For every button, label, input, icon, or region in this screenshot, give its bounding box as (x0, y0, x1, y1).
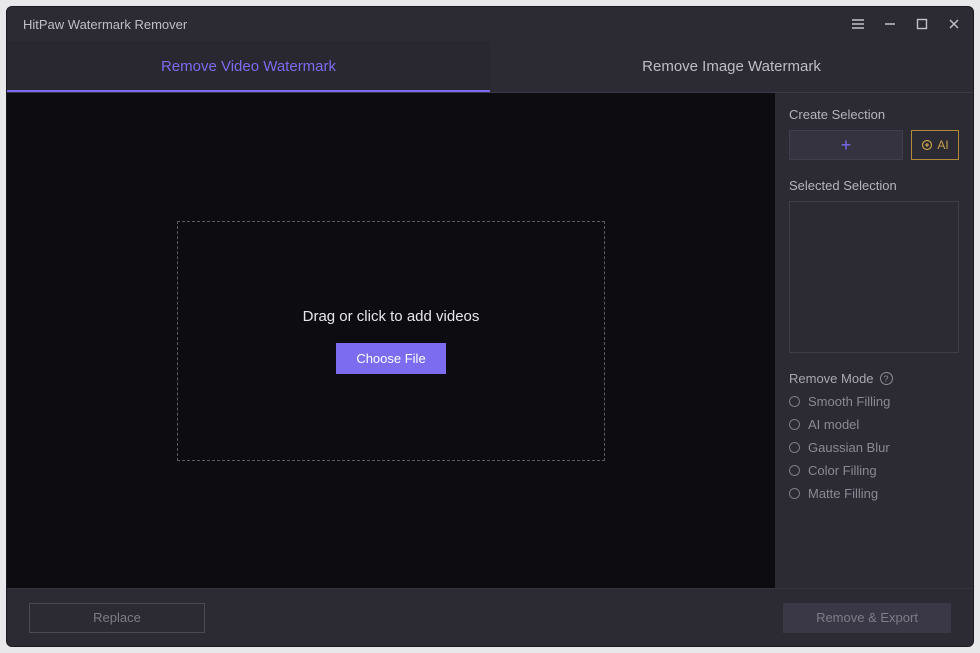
plus-icon: + (841, 135, 852, 156)
mode-label: Gaussian Blur (808, 440, 890, 455)
titlebar: HitPaw Watermark Remover (7, 7, 973, 41)
replace-button[interactable]: Replace (29, 603, 205, 633)
window-controls (849, 15, 963, 33)
create-selection-label: Create Selection (789, 107, 959, 122)
add-selection-button[interactable]: + (789, 130, 903, 160)
canvas-area: Drag or click to add videos Choose File (7, 93, 775, 588)
mode-smooth-filling[interactable]: Smooth Filling (789, 394, 959, 409)
mode-color-filling[interactable]: Color Filling (789, 463, 959, 478)
ai-button[interactable]: AI (911, 130, 959, 160)
mode-tabs: Remove Video Watermark Remove Image Wate… (7, 41, 973, 93)
app-title: HitPaw Watermark Remover (17, 17, 849, 32)
side-panel: Create Selection + AI Selected Selection (775, 93, 973, 588)
dropzone-text: Drag or click to add videos (303, 308, 480, 325)
mode-label: Matte Filling (808, 486, 878, 501)
radio-icon (789, 465, 800, 476)
create-selection-row: + AI (789, 130, 959, 160)
tab-label: Remove Image Watermark (642, 58, 821, 75)
create-selection-section: Create Selection + AI (789, 107, 959, 160)
radio-icon (789, 488, 800, 499)
mode-label: Color Filling (808, 463, 877, 478)
remove-export-button[interactable]: Remove & Export (783, 603, 951, 633)
mode-matte-filling[interactable]: Matte Filling (789, 486, 959, 501)
mode-ai-model[interactable]: AI model (789, 417, 959, 432)
selected-selection-label: Selected Selection (789, 178, 959, 193)
ai-icon (921, 139, 933, 151)
minimize-icon[interactable] (881, 15, 899, 33)
remove-mode-header: Remove Mode ? (789, 371, 959, 386)
mode-gaussian-blur[interactable]: Gaussian Blur (789, 440, 959, 455)
ai-label: AI (937, 138, 948, 152)
tab-video-watermark[interactable]: Remove Video Watermark (7, 41, 490, 92)
radio-icon (789, 419, 800, 430)
help-icon[interactable]: ? (880, 372, 893, 385)
maximize-icon[interactable] (913, 15, 931, 33)
app-window: HitPaw Watermark Remover Remove Video Wa… (6, 6, 974, 647)
mode-label: AI model (808, 417, 859, 432)
main-area: Drag or click to add videos Choose File … (7, 93, 973, 588)
remove-mode-list: Smooth Filling AI model Gaussian Blur Co… (789, 394, 959, 501)
remove-mode-label: Remove Mode (789, 371, 874, 386)
tab-label: Remove Video Watermark (161, 58, 336, 75)
remove-mode-section: Remove Mode ? Smooth Filling AI model Ga… (789, 371, 959, 501)
radio-icon (789, 442, 800, 453)
tab-image-watermark[interactable]: Remove Image Watermark (490, 41, 973, 92)
radio-icon (789, 396, 800, 407)
selected-selection-section: Selected Selection (789, 178, 959, 353)
dropzone[interactable]: Drag or click to add videos Choose File (177, 221, 605, 461)
close-icon[interactable] (945, 15, 963, 33)
bottom-bar: Replace Remove & Export (7, 588, 973, 646)
selected-selection-list (789, 201, 959, 353)
menu-icon[interactable] (849, 15, 867, 33)
mode-label: Smooth Filling (808, 394, 890, 409)
choose-file-button[interactable]: Choose File (336, 343, 445, 374)
